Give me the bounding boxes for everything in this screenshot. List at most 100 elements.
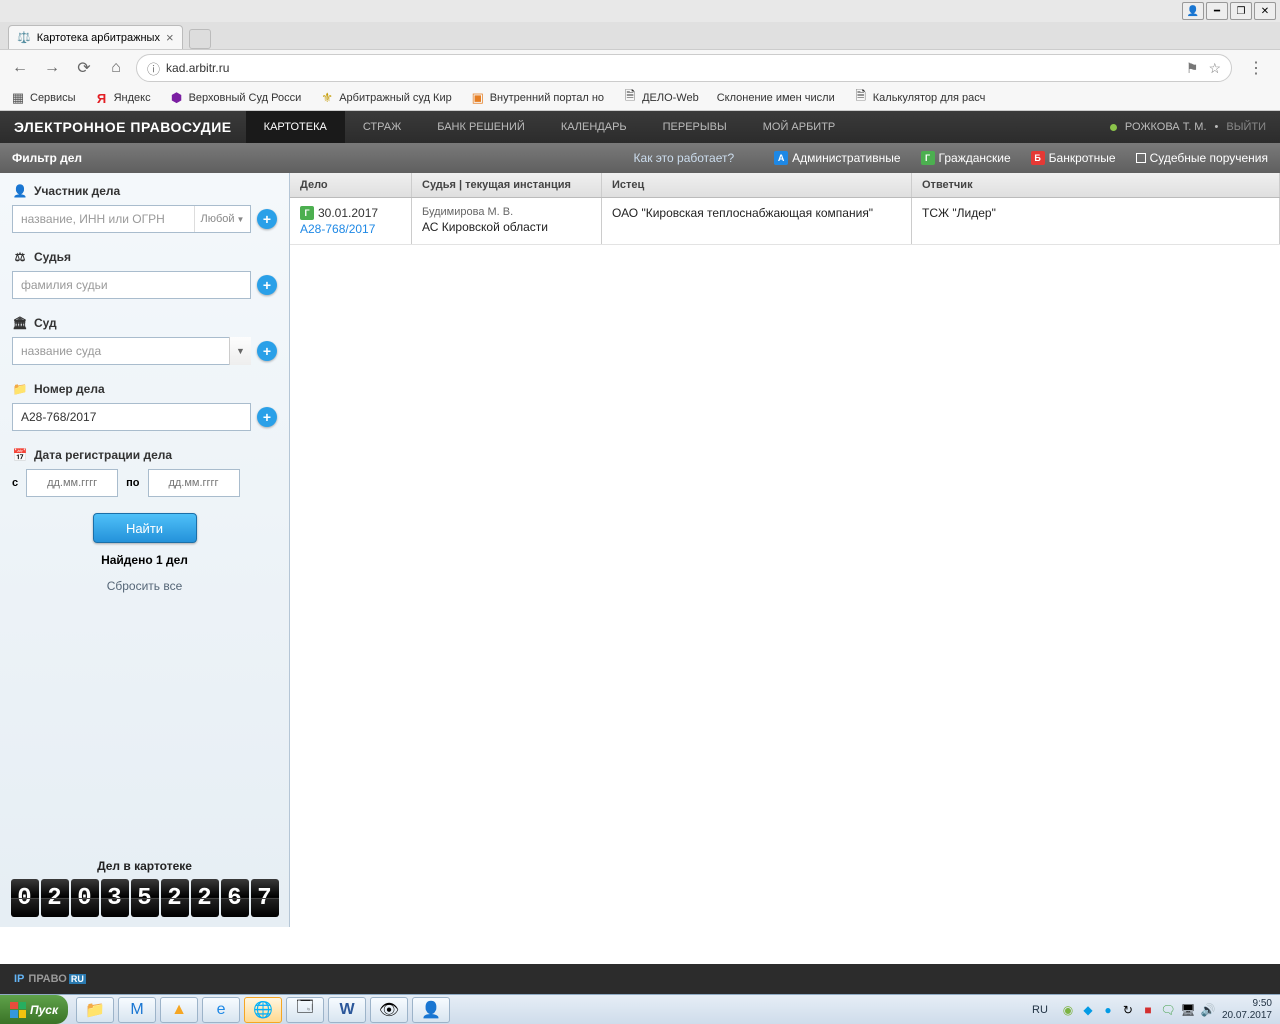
browser-tab-bar: ⚖️ Картотека арбитражных × [0, 22, 1280, 50]
court-name: АС Кировской области [422, 220, 591, 234]
judge-label: Судья [34, 250, 71, 264]
user-name[interactable]: РОЖКОВА Т. М. [1125, 121, 1207, 133]
filter-civil[interactable]: ГГражданские [921, 151, 1011, 165]
bookmark-yandex[interactable]: ЯЯндекс [94, 90, 151, 106]
pravo-logo-suffix: RU [69, 974, 86, 984]
add-court-button[interactable]: + [257, 341, 277, 361]
header-plaintiff[interactable]: Истец [602, 173, 912, 197]
gavel-icon: ⚖ [12, 249, 28, 265]
tray-icon[interactable]: ● [1100, 1002, 1116, 1018]
add-case-button[interactable]: + [257, 407, 277, 427]
bookmark-portal[interactable]: ▣Внутренний портал но [470, 90, 604, 106]
task-app3[interactable]: 👁 [370, 997, 408, 1023]
header-case[interactable]: Дело [290, 173, 412, 197]
logout-link[interactable]: ВЫЙТИ [1226, 121, 1266, 133]
document-icon: 🗎 [853, 90, 869, 106]
minimize-button[interactable]: ━ [1206, 2, 1228, 20]
add-participant-button[interactable]: + [257, 209, 277, 229]
counter-label: Дел в картотеке [0, 859, 289, 873]
user-button[interactable]: 👤 [1182, 2, 1204, 20]
date-to-input[interactable] [148, 469, 240, 497]
url-field[interactable]: ⓘ kad.arbitr.ru ⚑ ☆ [136, 54, 1232, 82]
task-app4[interactable]: 👤 [412, 997, 450, 1023]
tray-icon[interactable]: ◉ [1060, 1002, 1076, 1018]
civil-badge-icon: Г [921, 151, 935, 165]
nav-breaks[interactable]: ПЕРЕРЫВЫ [645, 111, 745, 143]
system-tray: RU ◉ ◆ ● ↻ ■ 🗨 🖥 🔊 9:50 20.07.2017 [1026, 998, 1280, 1022]
nav-kartoteka[interactable]: КАРТОТЕКА [246, 111, 345, 143]
filter-bankrupt[interactable]: ББанкротные [1031, 151, 1116, 165]
browser-tab[interactable]: ⚖️ Картотека арбитражных × [8, 25, 183, 49]
results-pane: Дело Судья | текущая инстанция Истец Отв… [290, 173, 1280, 927]
home-button[interactable]: ⌂ [104, 56, 128, 80]
bookmark-declension[interactable]: Склонение имен числи [717, 92, 835, 104]
nav-myarbitr[interactable]: МОЙ АРБИТР [745, 111, 854, 143]
bookmark-vs[interactable]: ⬢Верховный Суд Росси [169, 90, 302, 106]
language-indicator[interactable]: RU [1026, 1004, 1054, 1016]
close-window-button[interactable]: ✕ [1254, 2, 1276, 20]
bookmark-star-icon[interactable]: ☆ [1208, 60, 1221, 77]
defendant-cell: ТСЖ "Лидер" [912, 198, 1280, 244]
add-judge-button[interactable]: + [257, 275, 277, 295]
header-defendant[interactable]: Ответчик [912, 173, 1280, 197]
forward-button[interactable]: → [40, 56, 64, 80]
portal-icon: ▣ [470, 90, 486, 106]
maximize-button[interactable]: ❐ [1230, 2, 1252, 20]
judge-input[interactable] [12, 271, 251, 299]
browser-menu-button[interactable]: ⋮ [1240, 58, 1272, 78]
tray-icon[interactable]: ◆ [1080, 1002, 1096, 1018]
filter-sidebar: 👤Участник дела Любой▼ + ⚖Судья + 🏛Суд [0, 173, 290, 927]
court-dropdown-toggle[interactable]: ▼ [229, 337, 251, 365]
calendar-icon: 📅 [12, 447, 28, 463]
counter-digit: 0 [11, 879, 39, 917]
bookmark-calc[interactable]: 🗎Калькулятор для расч [853, 90, 986, 106]
task-chrome[interactable]: 🌐 [244, 997, 282, 1023]
bookmark-apps[interactable]: ▦Сервисы [10, 90, 76, 106]
nav-calendar[interactable]: КАЛЕНДАРЬ [543, 111, 645, 143]
counter-digit: 5 [131, 879, 159, 917]
case-number-link[interactable]: А28-768/2017 [300, 222, 401, 236]
tray-icon[interactable]: 🗨 [1160, 1002, 1176, 1018]
date-from-input[interactable] [26, 469, 118, 497]
reload-button[interactable]: ⟳ [72, 56, 96, 80]
tray-icon[interactable]: ■ [1140, 1002, 1156, 1018]
translate-icon[interactable]: ⚑ [1186, 60, 1199, 77]
start-button[interactable]: Пуск [0, 995, 68, 1024]
task-app2[interactable]: 🗔 [286, 997, 324, 1023]
case-number-input[interactable] [12, 403, 251, 431]
case-no-label: Номер дела [34, 382, 105, 396]
site-info-icon[interactable]: ⓘ [147, 59, 160, 78]
task-explorer[interactable]: 📁 [76, 997, 114, 1023]
bookmark-arb[interactable]: ⚜Арбитражный суд Кир [319, 90, 452, 106]
bookmark-delo[interactable]: 🗎ДЕЛО-Web [622, 90, 699, 106]
pravo-logo-prefix: IP [14, 973, 24, 985]
task-app1[interactable]: ▲ [160, 997, 198, 1023]
date-from-label: с [12, 477, 18, 489]
pravo-logo-text: ПРАВО [28, 973, 66, 985]
tray-volume-icon[interactable]: 🔊 [1200, 1002, 1216, 1018]
back-button[interactable]: ← [8, 56, 32, 80]
tray-icon[interactable]: 🖥 [1180, 1002, 1196, 1018]
reset-link[interactable]: Сбросить все [12, 579, 277, 593]
counter-digit: 7 [251, 879, 279, 917]
task-maxthon[interactable]: M [118, 997, 156, 1023]
tray-icon[interactable]: ↻ [1120, 1002, 1136, 1018]
task-word[interactable]: W [328, 997, 366, 1023]
how-it-works-link[interactable]: Как это работает? [634, 151, 735, 165]
nav-bank[interactable]: БАНК РЕШЕНИЙ [419, 111, 543, 143]
filter-court-orders[interactable]: Судебные поручения [1136, 151, 1268, 165]
nav-strazh[interactable]: СТРАЖ [345, 111, 419, 143]
clock[interactable]: 9:50 20.07.2017 [1222, 998, 1272, 1022]
task-ie[interactable]: e [202, 997, 240, 1023]
new-tab-button[interactable] [189, 29, 211, 49]
header-judge[interactable]: Судья | текущая инстанция [412, 173, 602, 197]
search-button[interactable]: Найти [93, 513, 197, 543]
court-input[interactable] [12, 337, 251, 365]
date-to-label: по [126, 477, 139, 489]
close-tab-icon[interactable]: × [166, 30, 174, 45]
total-counter: Дел в картотеке 0 2 0 3 5 2 2 6 7 [0, 859, 289, 917]
participant-scope-select[interactable]: Любой▼ [194, 206, 250, 232]
filter-admin[interactable]: ААдминистративные [774, 151, 900, 165]
person-icon: 👤 [12, 183, 28, 199]
table-row[interactable]: Г30.01.2017 А28-768/2017 Будимирова М. В… [290, 198, 1280, 245]
